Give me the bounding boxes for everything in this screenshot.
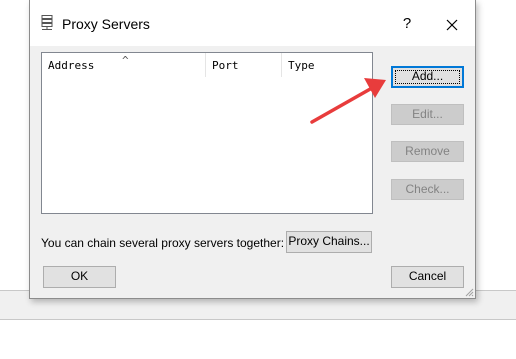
sort-ascending-icon: ^ (122, 54, 129, 67)
column-label-address: Address (48, 59, 95, 72)
proxy-list[interactable]: Address ^ Port Type (41, 52, 373, 214)
add-button[interactable]: Add... (391, 66, 464, 88)
column-label-type: Type (288, 59, 315, 72)
column-header-address[interactable]: Address ^ (42, 53, 206, 77)
remove-button[interactable]: Remove (391, 141, 464, 162)
dialog-title: Proxy Servers (62, 16, 150, 32)
column-label-port: Port (212, 59, 239, 72)
cancel-button[interactable]: Cancel (391, 266, 464, 288)
proxy-servers-dialog: Proxy Servers ? Address ^ Port Type Add.… (29, 0, 476, 299)
column-header-type[interactable]: Type (282, 53, 372, 77)
help-button[interactable]: ? (390, 10, 424, 38)
chain-description: You can chain several proxy servers toge… (41, 236, 285, 250)
check-button[interactable]: Check... (391, 179, 464, 200)
close-icon (446, 19, 458, 31)
edit-button[interactable]: Edit... (391, 104, 464, 125)
column-header-port[interactable]: Port (206, 53, 282, 77)
title-bar[interactable]: Proxy Servers ? (30, 0, 475, 46)
proxy-chains-button[interactable]: Proxy Chains... (286, 231, 372, 253)
ok-button[interactable]: OK (43, 266, 116, 288)
close-button[interactable] (435, 10, 469, 38)
server-icon (41, 15, 53, 30)
screen: Proxy Servers ? Address ^ Port Type Add.… (0, 0, 516, 359)
focus-rectangle (395, 70, 460, 84)
resize-grip-icon[interactable] (464, 287, 474, 297)
